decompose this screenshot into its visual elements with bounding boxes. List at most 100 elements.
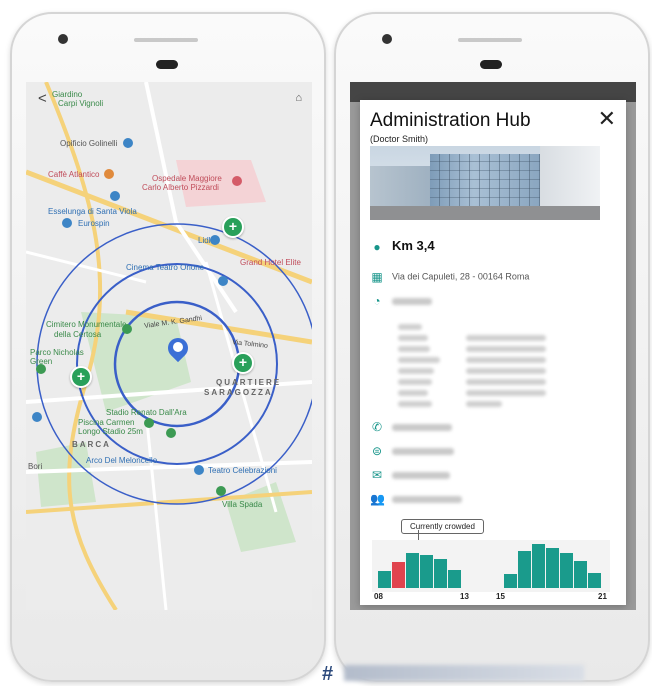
- card-subtitle: (Doctor Smith): [370, 134, 429, 144]
- poi-marker-icon[interactable]: [122, 324, 132, 334]
- earpiece-speaker: [134, 38, 198, 42]
- poi-marker-icon[interactable]: [210, 235, 220, 245]
- chart-bar: [532, 544, 545, 588]
- poi-label: Caffè Atlantico: [48, 170, 100, 179]
- website-row[interactable]: ⊜: [370, 444, 454, 458]
- chart-bar: [406, 552, 419, 588]
- poi-label: Longo Stadio 25m: [78, 427, 143, 436]
- chart-bar: [560, 552, 573, 588]
- map-icon: ▦: [371, 270, 383, 284]
- poi-label: Bori: [28, 462, 43, 471]
- photo-building: [540, 146, 600, 208]
- district-label: QUARTIERE: [216, 378, 282, 387]
- dimmed-header: [350, 82, 636, 102]
- x-tick-label: 08: [374, 592, 383, 601]
- home-icon[interactable]: ⌂: [295, 92, 302, 104]
- poi-marker-icon[interactable]: [123, 138, 133, 148]
- close-icon[interactable]: ✕: [598, 106, 616, 132]
- chart-bar: [546, 547, 559, 588]
- pharmacy-marker-icon[interactable]: +: [222, 216, 244, 238]
- hashtag-caption: #: [322, 663, 334, 685]
- chart-bar: [420, 555, 433, 588]
- photo-building: [430, 154, 540, 206]
- poi-label: Esselunga di Santa Viola: [48, 207, 137, 216]
- email-row[interactable]: ✉: [370, 468, 450, 482]
- poi-label: della Certosa: [54, 330, 102, 339]
- chart-bar: [574, 560, 587, 588]
- photo-building: [370, 166, 430, 206]
- pharmacy-marker-icon[interactable]: +: [70, 366, 92, 388]
- website-redacted: [392, 447, 454, 455]
- poi-label: Ospedale Maggiore: [152, 174, 222, 183]
- poi-label: Grand Hotel Elite: [240, 258, 301, 267]
- earpiece-speaker: [458, 38, 522, 42]
- poi-marker-icon[interactable]: [216, 486, 226, 496]
- poi-marker-icon[interactable]: [110, 191, 120, 201]
- poi-marker-icon[interactable]: [32, 412, 42, 422]
- poi-marker-icon[interactable]: [36, 364, 46, 374]
- poi-label: Lidl: [198, 236, 211, 245]
- crowd-tooltip: Currently crowded: [401, 519, 484, 534]
- chart-bar: [434, 559, 447, 588]
- poi-marker-icon[interactable]: [104, 169, 114, 179]
- poi-label: Opificio Golinelli: [60, 139, 118, 148]
- status-row: ◔: [370, 294, 432, 308]
- poi-marker-icon[interactable]: [194, 465, 204, 475]
- photo-ground: [370, 206, 600, 220]
- poi-label: Villa Spada: [222, 500, 263, 509]
- chart-bar: [392, 561, 405, 588]
- location-pin-center: [173, 342, 183, 352]
- poi-label: Cinema Teatro Orione: [126, 263, 205, 272]
- district-label: SARAGOZZA: [204, 388, 273, 397]
- people-icon: 👥: [370, 492, 385, 506]
- chart-bar: [448, 570, 461, 588]
- hospital-icon[interactable]: [232, 176, 242, 186]
- poi-marker-icon[interactable]: [62, 218, 72, 228]
- map-view[interactable]: < ⌂ Giardino Carpi Vignoli Opificio Goli…: [26, 82, 312, 610]
- poi-marker-icon[interactable]: [218, 276, 228, 286]
- status-redacted: [392, 297, 432, 305]
- card-title: Administration Hub: [370, 110, 531, 131]
- building-photo: [370, 146, 600, 220]
- distance-value: Km 3,4: [392, 238, 435, 253]
- phone-frame-detail: Administration Hub (Doctor Smith) ✕ ● Km …: [334, 12, 650, 682]
- stadium-icon[interactable]: [144, 418, 154, 428]
- chart-bar: [504, 573, 517, 588]
- chart-bar: [378, 571, 391, 588]
- proximity-sensor: [156, 60, 178, 69]
- pharmacy-marker-icon[interactable]: +: [232, 352, 254, 374]
- phone-row[interactable]: ✆: [370, 420, 452, 434]
- phone-icon: ✆: [371, 420, 383, 434]
- crowd-bar-chart: [372, 540, 610, 592]
- crowd-row: 👥: [370, 492, 462, 506]
- phone-redacted: [392, 423, 452, 431]
- chart-bar: [518, 550, 531, 588]
- front-camera: [58, 34, 68, 44]
- caption-blurred: [344, 665, 584, 681]
- district-label: BARCA: [72, 440, 111, 449]
- x-tick-label: 13: [460, 592, 469, 601]
- opening-hours-redacted: [398, 322, 598, 410]
- clock-icon: ◔: [373, 294, 381, 308]
- front-camera: [382, 34, 392, 44]
- poi-label: Teatro Celebrazioni: [208, 466, 277, 475]
- poi-marker-icon[interactable]: [166, 428, 176, 438]
- email-redacted: [392, 471, 450, 479]
- distance-row: ● Km 3,4: [370, 238, 435, 254]
- crowd-redacted: [392, 495, 462, 503]
- detail-screen: Administration Hub (Doctor Smith) ✕ ● Km …: [350, 82, 636, 610]
- chart-bar: [588, 572, 601, 588]
- poi-label: Piscina Carmen: [78, 418, 135, 427]
- poi-label: Eurospin: [78, 219, 110, 228]
- address-row[interactable]: ▦ Via dei Capuleti, 28 - 00164 Roma: [370, 270, 529, 284]
- poi-label: Arco Del Meloncello: [86, 456, 158, 465]
- back-button[interactable]: <: [38, 90, 47, 107]
- poi-label: Giardino: [52, 90, 83, 99]
- proximity-sensor: [480, 60, 502, 69]
- location-pin-icon: ●: [373, 239, 381, 254]
- poi-label: Cimitero Monumentale: [46, 320, 127, 329]
- poi-label: Carpi Vignoli: [58, 99, 104, 108]
- x-tick-label: 21: [598, 592, 607, 601]
- poi-label: Stadio Renato Dall'Ara: [106, 408, 187, 417]
- location-detail-card: Administration Hub (Doctor Smith) ✕ ● Km …: [360, 100, 626, 605]
